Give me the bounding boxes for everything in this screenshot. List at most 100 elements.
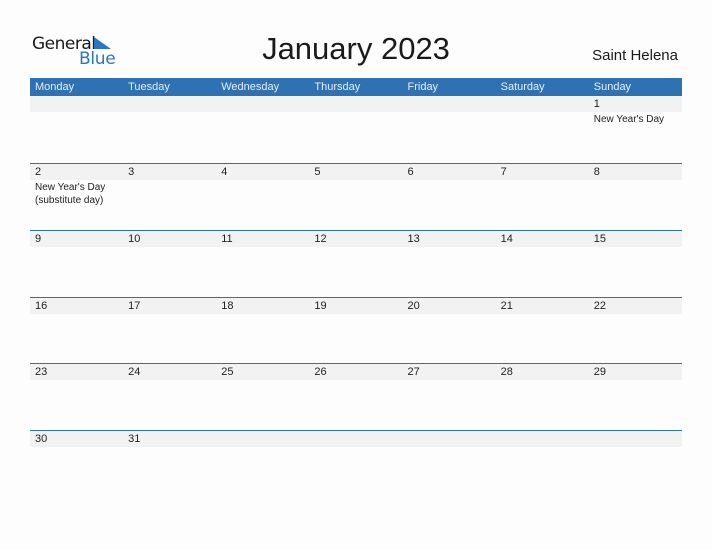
day-number: 22 <box>593 300 606 312</box>
day-number: 13 <box>407 233 420 245</box>
day-number <box>30 96 123 112</box>
weekday-tuesday: Tuesday <box>128 81 170 93</box>
holiday-label <box>123 380 216 381</box>
day-number <box>403 431 496 447</box>
date-strip: 1 <box>30 96 682 112</box>
day-number: 31 <box>128 433 141 445</box>
day-number: 8 <box>593 166 600 178</box>
date-strip: 16 17 18 19 20 21 22 <box>30 298 682 314</box>
day-number: 4 <box>221 166 228 178</box>
holiday-label <box>496 180 589 207</box>
events-row: New Year's Day (substitute day) <box>30 180 682 207</box>
day-number <box>496 96 589 112</box>
day-number: 18 <box>221 300 234 312</box>
holiday-label <box>216 180 309 207</box>
holiday-label <box>216 314 309 315</box>
holiday-label <box>309 247 402 248</box>
holiday-label <box>309 380 402 381</box>
day-number: 3 <box>128 166 135 178</box>
holiday-label <box>30 247 123 248</box>
day-number: 12 <box>314 233 327 245</box>
holiday-label <box>309 112 402 126</box>
day-number: 24 <box>128 366 141 378</box>
holiday-label <box>30 380 123 381</box>
holiday-label <box>496 447 589 448</box>
day-number: 30 <box>35 433 48 445</box>
day-number <box>216 431 309 447</box>
week-row: 23 24 25 26 27 28 29 <box>30 363 682 381</box>
holiday-label <box>30 112 123 126</box>
holiday-label <box>589 380 682 381</box>
day-number <box>123 96 216 112</box>
day-number: 21 <box>500 300 513 312</box>
weekday-monday: Monday <box>35 81 75 93</box>
day-number: 27 <box>407 366 420 378</box>
holiday-label <box>30 447 123 448</box>
day-number <box>309 431 402 447</box>
holiday-label <box>216 247 309 248</box>
weekday-saturday: Saturday <box>500 81 545 93</box>
holiday-label <box>309 180 402 207</box>
holiday-label <box>309 447 402 448</box>
day-number: 10 <box>128 233 141 245</box>
holiday-label <box>123 447 216 448</box>
holiday-label <box>589 314 682 315</box>
day-number <box>496 431 589 447</box>
holiday-label <box>216 380 309 381</box>
holiday-label <box>216 112 309 126</box>
day-number: 29 <box>593 366 606 378</box>
events-row <box>30 314 682 315</box>
holiday-label <box>216 447 309 448</box>
date-strip: 23 24 25 26 27 28 29 <box>30 364 682 380</box>
holiday-label <box>589 180 682 207</box>
week-row: 30 31 <box>30 430 682 448</box>
day-number: 9 <box>35 233 42 245</box>
weekday-wednesday: Wednesday <box>221 81 280 93</box>
holiday-label <box>123 247 216 248</box>
day-number: 7 <box>500 166 507 178</box>
events-row <box>30 380 682 381</box>
holiday-label <box>496 380 589 381</box>
date-strip: 2 3 4 5 6 7 8 <box>30 164 682 180</box>
day-number: 6 <box>407 166 414 178</box>
day-number: 5 <box>314 166 321 178</box>
week-row: 2 3 4 5 6 7 8 New Year's Day (substitute day) <box>30 163 682 207</box>
holiday-label <box>403 112 496 126</box>
weekday-friday: Friday <box>407 81 439 93</box>
region-label: Saint Helena <box>592 47 678 64</box>
day-number: 1 <box>593 98 600 110</box>
weekday-thursday: Thursday <box>314 81 361 93</box>
holiday-label <box>403 314 496 315</box>
holiday-label <box>309 314 402 315</box>
week-row: 9 10 11 12 13 14 15 <box>30 230 682 248</box>
date-strip: 9 10 11 12 13 14 15 <box>30 231 682 247</box>
date-strip: 30 31 <box>30 431 682 447</box>
holiday-label: New Year's Day <box>593 114 665 125</box>
holiday-label: New Year's Day (substitute day) <box>35 182 106 206</box>
day-number <box>589 431 682 447</box>
day-number: 19 <box>314 300 327 312</box>
day-number: 2 <box>35 166 42 178</box>
holiday-label <box>496 112 589 126</box>
holiday-label <box>30 314 123 315</box>
day-number: 28 <box>500 366 513 378</box>
holiday-label <box>403 247 496 248</box>
day-number: 15 <box>593 233 606 245</box>
holiday-label <box>123 112 216 126</box>
holiday-label <box>589 447 682 448</box>
day-number: 26 <box>314 366 327 378</box>
week-row: 16 17 18 19 20 21 22 <box>30 297 682 315</box>
day-number: 17 <box>128 300 141 312</box>
events-row <box>30 247 682 248</box>
holiday-label <box>123 314 216 315</box>
day-number: 25 <box>221 366 234 378</box>
holiday-label <box>496 247 589 248</box>
calendar-grid: Monday Tuesday Wednesday Thursday Friday… <box>30 78 682 447</box>
day-number: 23 <box>35 366 48 378</box>
day-number <box>216 96 309 112</box>
events-row <box>30 447 682 448</box>
holiday-label <box>123 180 216 207</box>
holiday-label <box>403 447 496 448</box>
day-number <box>309 96 402 112</box>
day-number: 11 <box>221 233 233 245</box>
